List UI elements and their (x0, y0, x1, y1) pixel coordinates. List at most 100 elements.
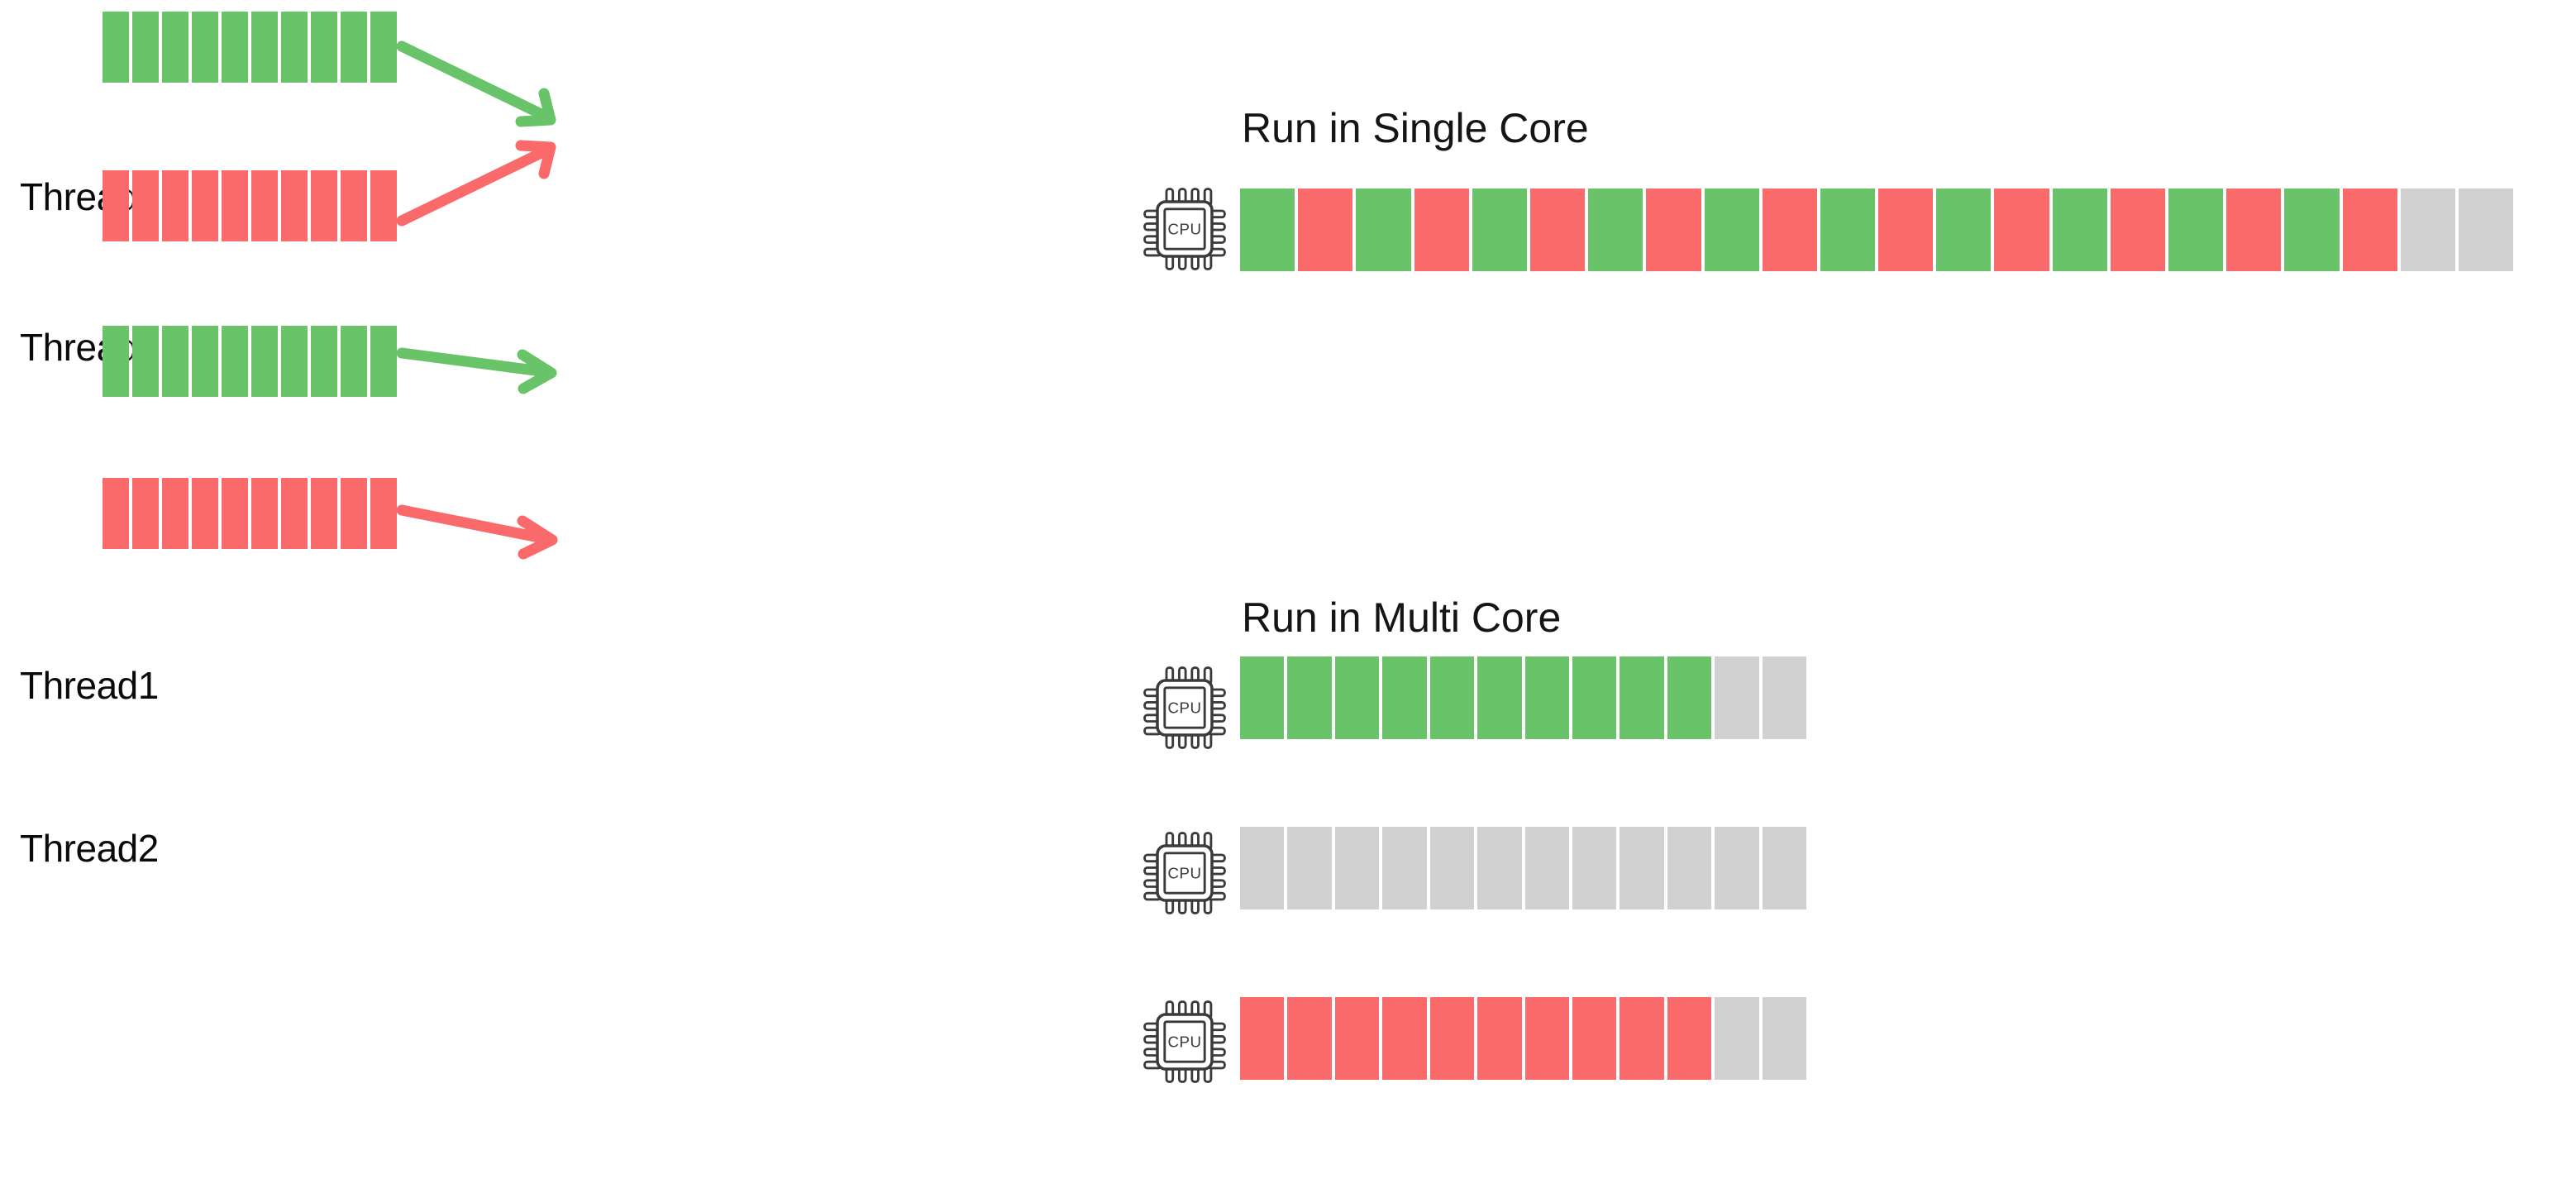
timeline-slot-gray (1240, 827, 1285, 909)
bar-segment (370, 170, 397, 241)
multi-core-section-title: Run in Multi Core (1242, 594, 1562, 641)
timeline-slot-green (1240, 656, 1285, 739)
bar-segment (311, 326, 337, 397)
timeline-slot-red (1667, 997, 1712, 1080)
timeline-slot-red (1429, 997, 1475, 1080)
bar-segment (132, 478, 159, 549)
timeline-slot-gray (1382, 827, 1427, 909)
multi-core-thread2-to-core3-arrow (396, 504, 558, 560)
timeline-slot-green (1472, 189, 1527, 271)
bar-segment (222, 326, 248, 397)
bar-segment (370, 478, 397, 549)
timeline-slot-green (1429, 656, 1475, 739)
timeline-slot-red (1646, 189, 1701, 271)
timeline-slot-green (1287, 656, 1332, 739)
bar-segment (281, 478, 308, 549)
bar-segment (192, 326, 218, 397)
multi-core-thread1-label: Thread1 (20, 664, 159, 707)
timeline-slot-green (1356, 189, 1411, 271)
timeline-slot-red (1287, 997, 1332, 1080)
bar-segment (103, 12, 129, 83)
timeline-slot-green (1620, 656, 1664, 739)
bar-segment (222, 170, 248, 241)
timeline-slot-green (1240, 189, 1295, 271)
bar-segment (370, 326, 397, 397)
single-core-cpu-icon: CPU (1139, 184, 1230, 274)
timeline-slot-green (1382, 656, 1427, 739)
svg-text:CPU: CPU (1167, 865, 1201, 882)
multi-core-thread2-bar (103, 478, 397, 549)
timeline-slot-gray (1715, 827, 1759, 909)
bar-segment (162, 478, 188, 549)
bar-segment (370, 12, 397, 83)
timeline-slot-green (1524, 656, 1569, 739)
timeline-slot-green (2168, 189, 2224, 271)
timeline-slot-red (1334, 997, 1380, 1080)
timeline-slot-green (2052, 189, 2107, 271)
bar-segment (162, 12, 188, 83)
timeline-slot-red (1382, 997, 1427, 1080)
multi-core-thread1-bar (103, 326, 397, 397)
timeline-slot-gray (1667, 827, 1712, 909)
bar-segment (341, 326, 367, 397)
timeline-slot-green (1588, 189, 1643, 271)
timeline-slot-red (2342, 189, 2397, 271)
bar-segment (341, 170, 367, 241)
timeline-slot-red (1524, 997, 1569, 1080)
timeline-slot-gray (1762, 827, 1807, 909)
bar-segment (281, 170, 308, 241)
timeline-slot-gray (1524, 827, 1569, 909)
timeline-slot-green (1477, 656, 1522, 739)
timeline-slot-gray (2458, 189, 2514, 271)
svg-text:CPU: CPU (1167, 221, 1201, 238)
bar-segment (311, 12, 337, 83)
bar-segment (192, 170, 218, 241)
bar-segment (132, 12, 159, 83)
timeline-slot-red (1298, 189, 1353, 271)
timeline-slot-red (1414, 189, 1469, 271)
timeline-slot-green (1936, 189, 1992, 271)
timeline-slot-red (1240, 997, 1285, 1080)
bar-segment (341, 478, 367, 549)
bar-segment (132, 326, 159, 397)
bar-segment (162, 170, 188, 241)
timeline-slot-red (1572, 997, 1617, 1080)
bar-segment (103, 326, 129, 397)
timeline-slot-gray (2400, 189, 2455, 271)
diagram-canvas: Thread1 Thread2 Run in Single Core CPU R… (0, 0, 2576, 1179)
multi-core-core-1-timeline (1240, 656, 1807, 739)
timeline-slot-green (1667, 656, 1712, 739)
bar-segment (311, 170, 337, 241)
timeline-slot-green (1820, 189, 1876, 271)
bar-segment (281, 12, 308, 83)
timeline-slot-red (1620, 997, 1664, 1080)
bar-segment (251, 478, 278, 549)
bar-segment (341, 12, 367, 83)
bar-segment (103, 478, 129, 549)
bar-segment (132, 170, 159, 241)
multi-core-core-3-timeline (1240, 997, 1807, 1080)
bar-segment (251, 170, 278, 241)
timeline-slot-red (1878, 189, 1934, 271)
bar-segment (222, 12, 248, 83)
single-core-thread1-to-cpu-arrow (396, 41, 556, 127)
timeline-slot-green (1334, 656, 1380, 739)
bar-segment (162, 326, 188, 397)
bar-segment (192, 12, 218, 83)
timeline-slot-gray (1287, 827, 1332, 909)
bar-segment (251, 326, 278, 397)
bar-segment (222, 478, 248, 549)
single-core-timeline (1240, 189, 2514, 271)
bar-segment (192, 478, 218, 549)
timeline-slot-gray (1715, 656, 1759, 739)
timeline-slot-green (1704, 189, 1759, 271)
timeline-slot-red (1477, 997, 1522, 1080)
timeline-slot-gray (1762, 997, 1807, 1080)
timeline-slot-red (2110, 189, 2165, 271)
svg-text:CPU: CPU (1167, 1033, 1201, 1051)
bar-segment (103, 170, 129, 241)
timeline-slot-red (1762, 189, 1817, 271)
timeline-slot-gray (1334, 827, 1380, 909)
single-core-thread2-to-cpu-arrow (396, 140, 556, 227)
bar-segment (311, 478, 337, 549)
